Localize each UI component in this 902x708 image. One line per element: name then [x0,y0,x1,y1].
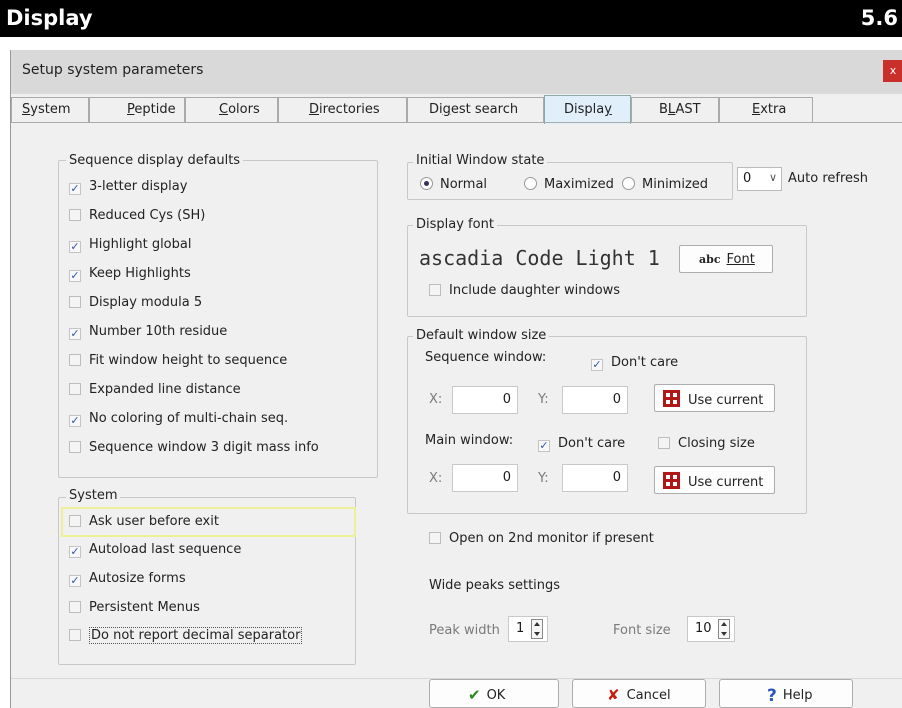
font-size-label: Font size [613,623,671,638]
checkbox-3-letter-display[interactable]: ✓ 3-letter display [69,179,187,199]
checkbox-fit-window-height[interactable]: Fit window height to sequence [69,353,287,373]
checkbox-number-10th-residue[interactable]: ✓ Number 10th residue [69,324,227,344]
checkmark-icon: ✓ [69,327,81,340]
main-x-input[interactable]: 0 [452,464,518,492]
ok-button[interactable]: ✔ OK [429,679,559,708]
radio-selected-icon [420,177,433,190]
sequence-window-label: Sequence window: [425,350,547,365]
tab-system[interactable]: System [11,97,89,123]
dialog-titlebar[interactable]: Setup system parameters x [11,50,902,94]
main-use-current-button[interactable]: Use current [654,466,775,494]
wide-peaks-title: Wide peaks settings [429,578,561,593]
grid-icon [663,390,680,407]
spin-arrows-icon[interactable] [531,619,543,639]
grid-icon [663,472,680,489]
cancel-button[interactable]: ✘ Cancel [572,679,706,708]
close-button[interactable]: x [883,60,902,82]
tab-bar: System Peptide Colors Directories Digest… [11,94,902,124]
checkbox-no-decimal-separator[interactable]: Do not report decimal separator [69,627,303,648]
tab-blast[interactable]: BLAST [631,97,719,123]
checkbox-reduced-cys[interactable]: Reduced Cys (SH) [69,208,205,228]
doc-title: Display [6,6,93,30]
checkmark-icon: ✓ [69,545,81,558]
checkmark-icon: ✓ [69,269,81,282]
font-size-spinner[interactable]: 10 [687,616,735,642]
window-state-legend: Initial Window state [413,153,548,168]
checkbox-no-coloring-multichain[interactable]: ✓ No coloring of multi-chain seq. [69,411,288,431]
checkmark-icon: ✓ [69,414,81,427]
display-font-legend: Display font [413,217,497,232]
checkmark-icon: ✓ [69,240,81,253]
checkbox-seq-dont-care[interactable]: ✓ Don't care [591,355,678,375]
tab-display[interactable]: Display [544,95,631,124]
help-button[interactable]: ? Help [719,679,853,708]
tab-peptide[interactable]: Peptide [89,97,185,123]
setup-dialog: Setup system parameters x System Peptide… [10,50,902,708]
checkbox-keep-highlights[interactable]: ✓ Keep Highlights [69,266,191,286]
checkbox-open-2nd-monitor[interactable]: Open on 2nd monitor if present [429,531,654,551]
checkmark-icon: ✓ [69,574,81,587]
seq-x-input[interactable]: 0 [452,386,518,414]
auto-refresh-select[interactable]: 0 ∨ [737,167,782,191]
tab-colors[interactable]: Colors [185,97,278,123]
checkbox-seq-window-3-digit-mass[interactable]: Sequence window 3 digit mass info [69,440,319,460]
checkbox-autosize-forms[interactable]: ✓ Autosize forms [69,571,186,591]
checkbox-main-dont-care[interactable]: ✓ Don't care [538,436,625,456]
checkbox-ask-user-before-exit[interactable]: Ask user before exit [69,514,219,534]
main-x-label: X: [429,471,443,486]
help-icon: ? [767,686,777,706]
peak-width-label: Peak width [429,623,500,638]
checkbox-include-daughter-windows[interactable]: Include daughter windows [429,283,620,303]
font-button[interactable]: abc Font [679,245,773,273]
checkbox-display-modula-5[interactable]: Display modula 5 [69,295,202,315]
main-y-label: Y: [538,471,549,486]
seq-defaults-legend: Sequence display defaults [66,153,244,168]
seq-y-input[interactable]: 0 [562,386,628,414]
dialog-title: Setup system parameters [22,62,204,78]
checkmark-icon: ✔ [468,686,481,704]
tab-digest-search[interactable]: Digest search [407,97,544,123]
checkmark-icon: ✓ [69,182,81,195]
seq-use-current-button[interactable]: Use current [654,384,775,412]
tab-divider [11,122,902,123]
window-size-legend: Default window size [413,328,550,343]
main-window-label: Main window: [425,433,514,448]
main-y-input[interactable]: 0 [562,464,628,492]
radio-normal[interactable]: Normal [420,177,487,197]
doc-header: Display 5.6 [0,0,902,37]
tab-directories[interactable]: Directories [278,97,407,123]
checkmark-icon: ✓ [591,358,603,371]
checkbox-autoload-last-sequence[interactable]: ✓ Autoload last sequence [69,542,241,562]
seq-x-label: X: [429,392,443,407]
cross-icon: ✘ [607,686,620,704]
close-icon: x [889,64,897,77]
checkbox-closing-size[interactable]: Closing size [658,436,755,456]
seq-y-label: Y: [538,392,549,407]
checkmark-icon: ✓ [538,439,550,452]
doc-section-number: 5.6 [860,6,898,30]
system-legend: System [66,488,121,503]
spin-arrows-icon[interactable] [718,619,730,639]
peak-width-spinner[interactable]: 1 [508,616,548,642]
tab-extra[interactable]: Extra [719,97,813,123]
radio-maximized[interactable]: Maximized [524,177,614,197]
chevron-down-icon: ∨ [768,171,777,184]
font-sample: ascadia Code Light 1 [419,246,660,270]
checkbox-expanded-line-distance[interactable]: Expanded line distance [69,382,241,402]
auto-refresh-label: Auto refresh [788,171,869,186]
checkbox-highlight-global[interactable]: ✓ Highlight global [69,237,191,257]
abc-icon: abc [699,253,721,266]
radio-minimized[interactable]: Minimized [622,177,708,197]
checkbox-persistent-menus[interactable]: Persistent Menus [69,600,200,620]
